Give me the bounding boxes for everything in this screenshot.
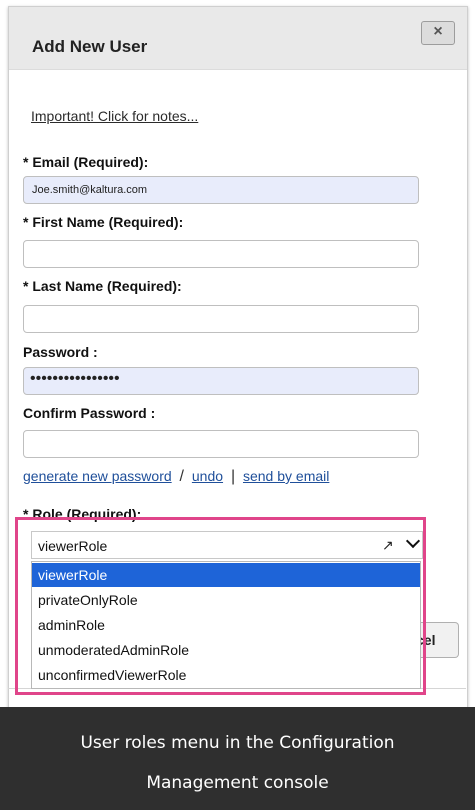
dialog-title: Add New User	[32, 37, 148, 56]
first-name-field[interactable]	[23, 240, 419, 268]
role-option-label: privateOnlyRole	[38, 592, 138, 608]
role-option-private-only[interactable]: privateOnlyRole	[32, 588, 420, 612]
role-option-label: adminRole	[38, 617, 105, 633]
password-field[interactable]: ••••••••••••••••	[23, 367, 419, 395]
email-field[interactable]: Joe.smith@kaltura.com	[23, 176, 419, 204]
email-value: Joe.smith@kaltura.com	[32, 184, 148, 196]
role-option-viewer[interactable]: viewerRole	[32, 563, 420, 587]
role-option-label: viewerRole	[38, 567, 108, 583]
link-separator-slash: /	[179, 468, 184, 485]
role-option-label: unconfirmedViewerRole	[38, 667, 187, 683]
first-name-label: * First Name (Required):	[23, 214, 184, 230]
password-value: ••••••••••••••••	[30, 370, 120, 387]
undo-link[interactable]: undo	[192, 468, 223, 484]
mouse-cursor-icon: ↗	[382, 537, 394, 553]
role-select-value: viewerRole	[38, 538, 108, 554]
close-button[interactable]: ×	[421, 21, 455, 45]
password-links: generate new password / undo | send by e…	[23, 468, 329, 486]
caption-bar: User roles menu in the Configuration Man…	[0, 707, 475, 810]
link-separator-bar: |	[230, 468, 236, 485]
generate-password-link[interactable]: generate new password	[23, 468, 172, 484]
email-label: * Email (Required):	[23, 154, 149, 170]
confirm-password-label: Confirm Password :	[23, 405, 156, 421]
caption-line-1: User roles menu in the Configuration	[80, 733, 395, 753]
confirm-password-field[interactable]	[23, 430, 419, 458]
last-name-label: * Last Name (Required):	[23, 278, 182, 294]
role-option-admin[interactable]: adminRole	[32, 613, 420, 637]
role-option-unmoderated-admin[interactable]: unmoderatedAdminRole	[32, 638, 420, 662]
caption-line-2: Management console	[146, 773, 329, 793]
role-option-label: unmoderatedAdminRole	[38, 642, 189, 658]
send-by-email-link[interactable]: send by email	[243, 468, 329, 484]
last-name-field[interactable]	[23, 305, 419, 333]
role-option-unconfirmed-viewer[interactable]: unconfirmedViewerRole	[32, 663, 420, 687]
password-label: Password :	[23, 344, 98, 360]
chevron-down-icon[interactable]	[405, 533, 421, 549]
dialog-titlebar: Add New User ×	[9, 7, 467, 70]
role-select[interactable]: viewerRole ↗	[31, 531, 423, 559]
notes-link[interactable]: Important! Click for notes...	[31, 108, 198, 124]
role-dropdown-menu: viewerRole privateOnlyRole adminRole unm…	[31, 561, 421, 689]
